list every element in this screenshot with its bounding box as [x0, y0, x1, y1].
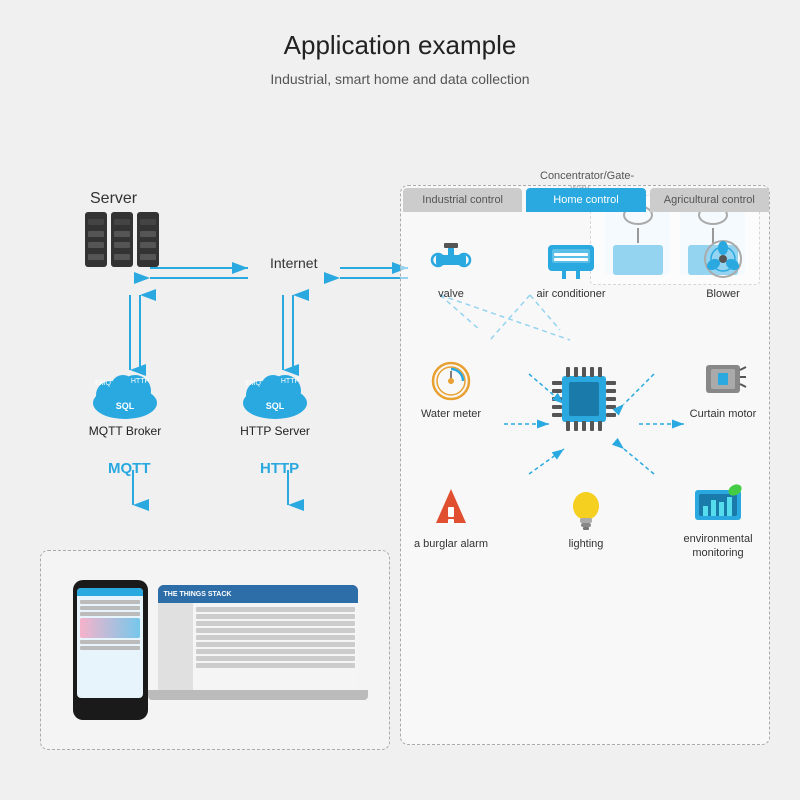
- laptop-row-2: [196, 614, 355, 619]
- server-unit-1: [85, 212, 107, 267]
- page-title: Application example: [0, 0, 800, 61]
- lighting-label: lighting: [546, 537, 626, 551]
- curtain-motor-icon: [696, 354, 750, 404]
- server-label: Server: [90, 190, 137, 208]
- server-icon: [85, 212, 159, 267]
- svg-text:SQL: SQL: [116, 401, 135, 411]
- laptop-row-5: [196, 635, 355, 640]
- phone-line-2: [80, 606, 140, 610]
- burglar-alarm-label: a burglar alarm: [411, 537, 491, 551]
- ctrl-valve: valve: [411, 234, 491, 301]
- laptop-main: [193, 603, 358, 690]
- tab-home[interactable]: Home control: [526, 188, 645, 212]
- laptop-row-8: [196, 656, 355, 661]
- phone-line-5: [80, 646, 140, 650]
- laptop-row-1: [196, 607, 355, 612]
- mqtt-broker-label: MQTT Broker: [85, 424, 165, 438]
- laptop-screen-top: THE THINGS STACK: [158, 585, 358, 603]
- page: Application example Industrial, smart ho…: [0, 0, 800, 800]
- svg-text:EMQ: EMQ: [245, 380, 262, 387]
- blower-icon: [696, 234, 750, 284]
- air-conditioner-icon: [544, 234, 598, 284]
- laptop-sidebar: [158, 603, 193, 690]
- ctrl-curtain-motor: Curtain motor: [683, 354, 763, 421]
- http-arrow-label: HTTP: [260, 460, 299, 477]
- control-grid: valve air conditioner: [401, 224, 771, 744]
- burglar-alarm-icon: [424, 484, 478, 534]
- http-cloud-icon: SQL EMQ HTTP: [235, 365, 315, 420]
- svg-text:SQL: SQL: [266, 401, 285, 411]
- ctrl-lighting: lighting: [546, 484, 626, 551]
- phone-line-3: [80, 612, 140, 616]
- internet-label: Internet: [270, 255, 317, 271]
- environmental-icon: [691, 479, 745, 529]
- server-unit-2: [111, 212, 133, 267]
- tab-bar: Industrial control Home control Agricult…: [401, 186, 771, 212]
- blower-label: Blower: [683, 287, 763, 301]
- phone-line-4: [80, 640, 140, 644]
- laptop-row-3: [196, 621, 355, 626]
- air-conditioner-label: air conditioner: [531, 287, 611, 301]
- laptop-screen: THE THINGS STACK: [158, 585, 358, 690]
- environmental-label: environmental monitoring: [673, 532, 763, 561]
- tab-agricultural[interactable]: Agricultural control: [650, 188, 769, 212]
- phone-graph: [80, 618, 140, 638]
- ctrl-air-conditioner: air conditioner: [531, 234, 611, 301]
- lighting-icon: [559, 484, 613, 534]
- mqtt-cloud-icon: SQL EMQ HTTP: [85, 365, 165, 420]
- server-unit-3: [137, 212, 159, 267]
- svg-text:HTTP: HTTP: [281, 378, 300, 385]
- laptop-row-7: [196, 649, 355, 654]
- center-chip-container: [544, 364, 624, 439]
- laptop-screen-body: [158, 603, 358, 690]
- curtain-motor-label: Curtain motor: [683, 407, 763, 421]
- device-panel: THE THINGS STACK: [40, 550, 390, 750]
- svg-text:EMQ: EMQ: [95, 380, 112, 387]
- ctrl-burglar-alarm: a burglar alarm: [411, 484, 491, 551]
- valve-icon: [424, 234, 478, 284]
- phone-screen-content: [77, 596, 143, 654]
- laptop-row-6: [196, 642, 355, 647]
- page-subtitle: Industrial, smart home and data collecti…: [0, 71, 800, 87]
- mqtt-broker-group: SQL EMQ HTTP MQTT Broker: [85, 365, 165, 438]
- laptop-base: [148, 690, 368, 700]
- laptop-row-9: [196, 663, 355, 668]
- tab-industrial[interactable]: Industrial control: [403, 188, 522, 212]
- phone-mockup: [73, 580, 148, 720]
- phone-screen: [77, 588, 143, 698]
- diagram: Server Internet Concentrator/Gate-way: [30, 100, 770, 760]
- mqtt-arrow-label: MQTT: [108, 460, 151, 477]
- svg-text:HTTP: HTTP: [131, 378, 150, 385]
- ctrl-blower: Blower: [683, 234, 763, 301]
- phone-screen-bar: [77, 588, 143, 596]
- phone-line-1: [80, 600, 140, 604]
- laptop-mockup: THE THINGS STACK: [158, 585, 358, 715]
- iot-panel: Industrial control Home control Agricult…: [400, 185, 770, 745]
- ctrl-environmental: environmental monitoring: [673, 479, 763, 561]
- http-server-group: SQL EMQ HTTP HTTP Server: [235, 365, 315, 438]
- http-server-label: HTTP Server: [235, 424, 315, 438]
- laptop-row-4: [196, 628, 355, 633]
- valve-label: valve: [411, 287, 491, 301]
